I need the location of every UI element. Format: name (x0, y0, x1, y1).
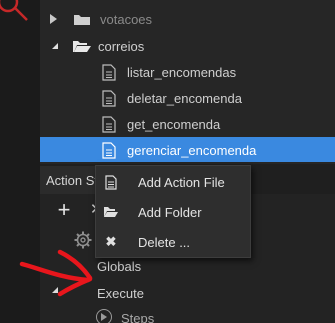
menu-item-label: Add Action File (138, 174, 225, 190)
plus-icon[interactable]: + (54, 199, 74, 221)
file-icon (102, 115, 116, 133)
context-menu: Add Action File Add Folder ✖ Delete ... (95, 165, 251, 258)
collapse-arrow-icon[interactable] (47, 287, 58, 293)
action-item-globals[interactable]: Globals (97, 259, 141, 274)
action-item-execute[interactable]: Execute (97, 286, 144, 301)
menu-item-label: Delete ... (138, 234, 191, 250)
play-circle-icon (96, 309, 112, 323)
tree-row-gerenciar-encomenda[interactable]: gerenciar_encomenda (102, 137, 256, 163)
tree-row-label: listar_encomendas (127, 64, 237, 80)
tree-row-votacoes[interactable]: votacoes (50, 6, 152, 32)
search-icon[interactable] (0, 0, 40, 34)
tree-row-label: votacoes (100, 11, 153, 27)
action-item-steps[interactable]: Steps (121, 311, 154, 323)
left-strip (0, 0, 40, 323)
tree-row-label: correios (98, 38, 145, 54)
tree-row-get-encomenda[interactable]: get_encomenda (102, 111, 220, 137)
action-item-label: Steps (121, 311, 155, 323)
menu-item-label: Add Folder (138, 204, 202, 220)
expand-arrow-icon[interactable] (50, 14, 57, 24)
folder-open-icon (96, 206, 126, 218)
tree-row-listar-encomendas[interactable]: listar_encomendas (102, 59, 236, 85)
tree-row-deletar-encomenda[interactable]: deletar_encomenda (102, 85, 242, 111)
menu-item-add-action-file[interactable]: Add Action File (96, 167, 250, 197)
file-icon (102, 63, 116, 81)
gear-icon[interactable] (74, 231, 92, 249)
file-icon (102, 141, 116, 159)
tree-row-label: deletar_encomenda (127, 90, 242, 106)
collapse-arrow-icon[interactable] (48, 43, 58, 49)
tree-row-correios[interactable]: correios (48, 33, 144, 59)
menu-item-delete[interactable]: ✖ Delete ... (96, 227, 250, 257)
folder-icon (73, 12, 91, 26)
file-icon (102, 89, 116, 107)
tree-row-label: get_encomenda (127, 116, 221, 132)
action-panel-title: Action St (46, 172, 99, 188)
editor-window: votacoes correios listar_encomendas dele… (0, 0, 335, 323)
folder-open-icon (72, 39, 92, 53)
action-panel-tab[interactable]: Action St (40, 166, 100, 194)
tree-row-label: gerenciar_encomenda (127, 142, 257, 158)
action-item-label: Execute (97, 286, 144, 301)
menu-item-add-folder[interactable]: Add Folder (96, 197, 250, 227)
file-icon (96, 174, 126, 190)
action-item-label: Globals (97, 259, 142, 274)
x-icon: ✖ (105, 234, 117, 249)
